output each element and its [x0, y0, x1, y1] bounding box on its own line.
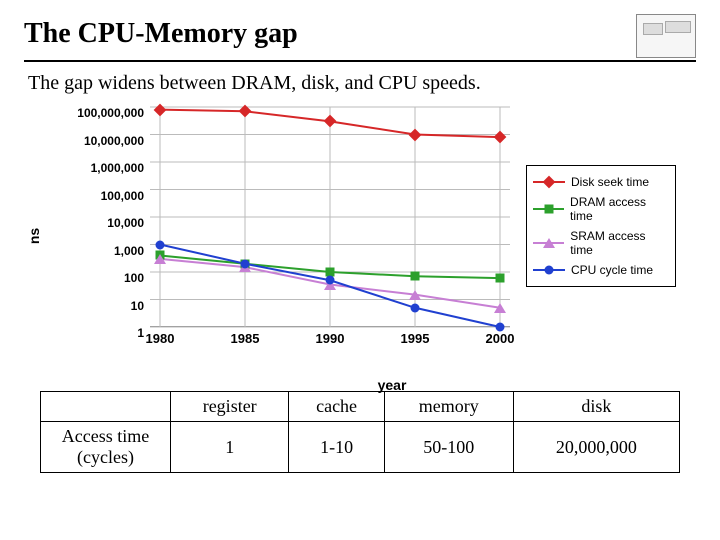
y-tick-label: 1: [54, 326, 144, 340]
y-tick-label: 100,000,000: [54, 106, 144, 120]
y-tick-label: 100,000: [54, 189, 144, 203]
slide-title: The CPU-Memory gap: [24, 18, 298, 50]
chart-point: [241, 107, 250, 116]
x-tick-label: 2000: [486, 331, 515, 346]
col-header: memory: [384, 392, 513, 422]
table-row: register cache memory disk: [41, 392, 680, 422]
x-tick-label: 1995: [401, 331, 430, 346]
legend-entry: Disk seek time: [531, 172, 671, 192]
table-cell: 1: [171, 422, 289, 473]
chart-point: [411, 130, 420, 139]
legend-marker-icon: [533, 175, 565, 189]
y-tick-label: 1,000: [54, 244, 144, 258]
legend-marker-icon: [533, 236, 564, 250]
plot-area: [150, 107, 510, 327]
y-axis-ticks: 1101001,00010,000100,0001,000,00010,000,…: [52, 107, 144, 327]
legend-label: SRAM access time: [570, 229, 669, 257]
y-tick-label: 10,000: [54, 216, 144, 230]
chart-point: [494, 303, 506, 313]
chart: ns 1101001,00010,000100,0001,000,00010,0…: [40, 101, 680, 371]
legend-label: DRAM access time: [570, 195, 669, 223]
legend-entry: DRAM access time: [531, 192, 671, 226]
chart-point: [409, 290, 421, 300]
title-row: The CPU-Memory gap: [24, 14, 696, 58]
y-tick-label: 100: [54, 271, 144, 285]
legend-marker-icon: [533, 202, 564, 216]
legend-label: CPU cycle time: [571, 263, 653, 277]
table-corner-blank: [41, 392, 171, 422]
chart-point: [496, 274, 505, 283]
x-tick-label: 1980: [146, 331, 175, 346]
row-header: Access time (cycles): [41, 422, 171, 473]
chart-point: [156, 240, 165, 249]
y-tick-label: 1,000,000: [54, 161, 144, 175]
access-time-table: register cache memory disk Access time (…: [40, 391, 680, 473]
chart-point: [326, 117, 335, 126]
legend-marker-icon: [533, 263, 565, 277]
legend-label: Disk seek time: [571, 175, 649, 189]
legend-entry: CPU cycle time: [531, 260, 671, 280]
slide-subtitle: The gap widens between DRAM, disk, and C…: [28, 72, 692, 95]
table-cell: 1-10: [289, 422, 384, 473]
architecture-thumbnail-icon: [636, 14, 696, 58]
y-tick-label: 10,000,000: [54, 134, 144, 148]
table-cell: 20,000,000: [513, 422, 679, 473]
col-header: register: [171, 392, 289, 422]
chart-legend: Disk seek time DRAM access time SRAM acces…: [526, 165, 676, 287]
chart-point: [154, 254, 166, 264]
x-tick-label: 1985: [231, 331, 260, 346]
slide: The CPU-Memory gap The gap widens betwee…: [0, 0, 720, 540]
x-tick-label: 1990: [316, 331, 345, 346]
y-tick-label: 10: [54, 299, 144, 313]
legend-entry: SRAM access time: [531, 226, 671, 260]
chart-point: [326, 276, 335, 285]
x-axis-ticks: 19801985199019952000: [150, 331, 510, 351]
x-axis-label: year: [378, 377, 407, 393]
table-cell: 50-100: [384, 422, 513, 473]
chart-point: [496, 133, 505, 142]
col-header: disk: [513, 392, 679, 422]
title-underline: [24, 60, 696, 62]
chart-point: [411, 303, 420, 312]
y-axis-label: ns: [26, 228, 42, 244]
chart-point: [156, 105, 165, 114]
chart-point: [411, 272, 420, 281]
table-row: Access time (cycles) 1 1-10 50-100 20,00…: [41, 422, 680, 473]
col-header: cache: [289, 392, 384, 422]
chart-point: [241, 259, 250, 268]
